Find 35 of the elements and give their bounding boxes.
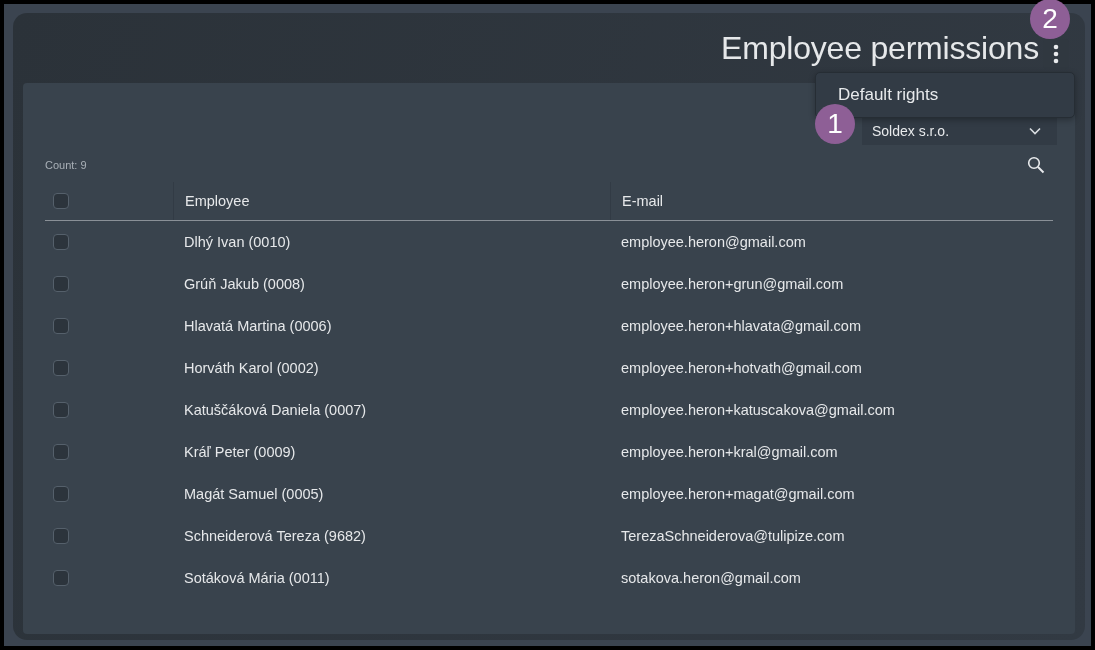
employee-cell-text: Magát Samuel (0005) [183,486,325,502]
employee-cell-text: Katuščáková Daniela (0007) [183,402,368,418]
email-cell-text: TerezaSchneiderova@tulipize.com [620,528,846,544]
row-checkbox[interactable] [53,402,69,418]
row-checkbox[interactable] [53,360,69,376]
row-checkbox[interactable] [53,528,69,544]
column-header: E-mail [610,182,1053,220]
email-cell-text: employee.heron+hlavata@gmail.com [620,318,862,334]
column-header: Employee [173,182,610,220]
email-cell-text: employee.heron+katuscakova@gmail.com [620,402,896,418]
row-checkbox[interactable] [53,486,69,502]
email-cell-text: employee.heron+magat@gmail.com [620,486,856,502]
chevron-down-icon [1029,126,1041,135]
more-icon [1053,44,1059,64]
employee-cell-text: Grúň Jakub (0008) [183,276,306,292]
employee-cell-text: Schneiderová Tereza (9682) [183,528,367,544]
row-checkbox[interactable] [53,318,69,334]
row-checkbox[interactable] [53,570,69,586]
row-checkbox[interactable] [53,276,69,292]
email-cell-text: employee.heron@gmail.com [620,234,807,250]
count-label: Count: 9 [45,159,87,171]
employee-cell-text: Kráľ Peter (0009) [183,444,297,460]
email-cell-text: sotakova.heron@gmail.com [620,570,802,586]
email-cell-text: employee.heron+grun@gmail.com [620,276,845,292]
email-cell-text: employee.heron+hotvath@gmail.com [620,360,863,376]
row-checkbox[interactable] [53,234,69,250]
row-checkbox[interactable] [53,444,69,460]
employee-cell-text: Dlhý Ivan (0010) [183,234,292,250]
search-icon[interactable] [1027,156,1045,174]
email-cell-text: employee.heron+kral@gmail.com [620,444,839,460]
select-all-checkbox[interactable] [53,193,69,209]
employee-cell-text: Sotáková Mária (0011) [183,570,331,586]
employee-cell-text: Horváth Karol (0002) [183,360,320,376]
employee-cell-text: Hlavatá Martina (0006) [183,318,333,334]
company-select[interactable]: Soldex s.r.o. [862,116,1057,145]
